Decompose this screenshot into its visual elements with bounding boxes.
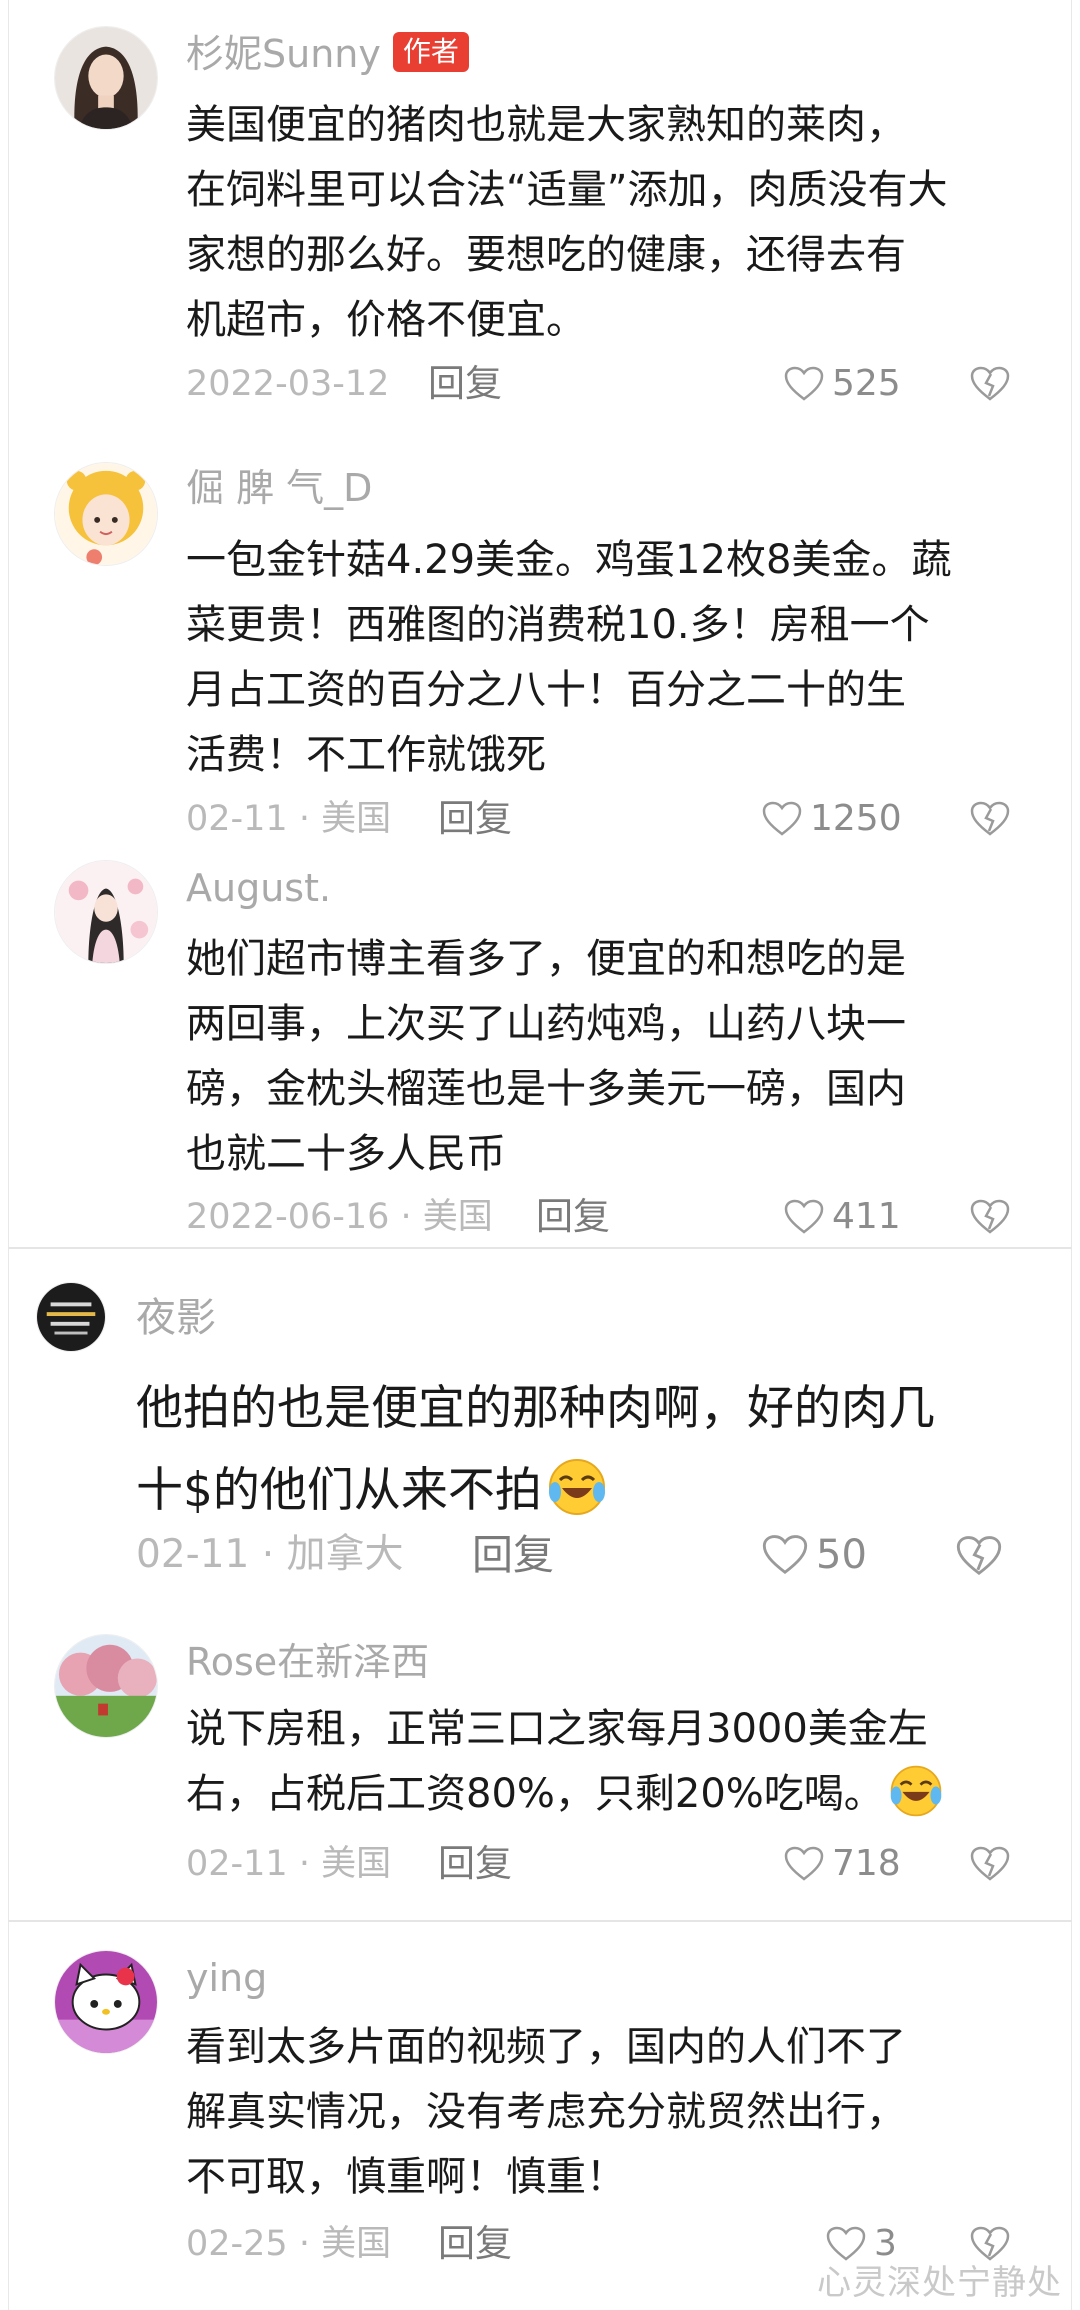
comment-text[interactable]: 美国便宜的猪肉也就是大家熟知的莱肉， 在饲料里可以合法“适量”添加，肉质没有大 … [186,93,947,353]
right-border [1071,0,1072,2310]
hello-kitty-avatar-icon [55,1951,157,2053]
heart-icon [784,1199,824,1234]
comment-meta: 02-11 · 加拿大 [136,1532,404,1577]
illustrated-woman-flowers-avatar-icon [55,861,157,963]
laughing-crying-emoji-icon [890,1765,942,1817]
comment-line: 美国便宜的猪肉也就是大家熟知的莱肉， [186,102,906,148]
comment-line: 说下房租，正常三口之家每月3000美金左 [186,1706,928,1752]
username-text: 杉妮Sunny [186,32,381,76]
girl-portrait-avatar-icon [55,27,157,129]
pink-trees-landscape-avatar-icon [55,1635,157,1737]
comment-text[interactable]: 看到太多片面的视频了，国内的人们不了 解真实情况，没有考虑充分就贸然出行， 不可… [186,2015,906,2210]
reply-button[interactable]: 回复 [428,360,502,408]
user-avatar[interactable] [54,1634,158,1738]
comment-line: 他拍的也是便宜的那种肉啊，好的肉几 [136,1381,935,1436]
reply-button[interactable]: 回复 [438,795,512,843]
like-button[interactable]: 718 [784,1840,901,1888]
username[interactable]: Rose在新泽西 [186,1636,429,1688]
comment-meta: 2022-03-12 [186,364,390,404]
reply-button[interactable]: 回复 [438,1840,512,1888]
comment-text[interactable]: 说下房租，正常三口之家每月3000美金左 右，占税后工资80%，只剩20%吃喝。 [186,1697,944,1827]
section-divider [8,1247,1072,1249]
watermark: 心灵深处宁静处 [817,2263,1062,2303]
dark-text-avatar-icon [37,1283,105,1351]
username[interactable]: ying [186,1952,267,2004]
comment-text[interactable]: 一包金针菇4.29美金。鸡蛋12枚8美金。蔬 菜更贵！西雅图的消费税10.多！房… [186,528,951,788]
comment-line: 她们超市博主看多了，便宜的和想吃的是 [186,936,906,982]
comment-line: 一包金针菇4.29美金。鸡蛋12枚8美金。蔬 [186,537,952,583]
user-avatar[interactable] [54,26,158,130]
like-button[interactable]: 411 [784,1193,901,1241]
heart-icon [784,1846,824,1881]
comment-line: 月占工资的百分之八十！百分之二十的生 [186,667,906,713]
user-avatar[interactable] [54,860,158,964]
heart-icon [784,366,824,401]
reply-button[interactable]: 回复 [472,1531,554,1579]
like-count: 525 [832,363,901,404]
dislike-icon[interactable] [970,1846,1010,1882]
reply-button[interactable]: 回复 [536,1193,610,1241]
comment-meta: 02-25 · 美国 [186,2224,392,2264]
left-border [8,0,9,2310]
heart-icon [762,801,802,836]
like-button[interactable]: 525 [784,360,901,408]
like-count: 1250 [810,798,902,839]
comment-line-text: 十$的他们从来不拍 [136,1463,542,1518]
user-avatar[interactable] [54,1950,158,2054]
section-divider [8,1920,1072,1922]
comment-text[interactable]: 他拍的也是便宜的那种肉啊，好的肉几 十$的他们从来不拍 [136,1368,935,1532]
like-count: 411 [832,1196,901,1237]
comment-line: 不可取，慎重啊！慎重！ [186,2154,626,2200]
comment-line: 家想的那么好。要想吃的健康，还得去有 [186,232,906,278]
user-avatar[interactable] [36,1282,106,1352]
dislike-icon[interactable] [970,366,1010,402]
comment-line: 十$的他们从来不拍 [136,1450,935,1532]
comment-line: 右，占税后工资80%，只剩20%吃喝。 [186,1762,944,1827]
username[interactable]: 倔 脾 气_D [186,462,372,514]
dislike-icon[interactable] [970,801,1010,837]
comment-line: 在饲料里可以合法“适量”添加，肉质没有大 [186,167,948,213]
comment-line: 菜更贵！西雅图的消费税10.多！房租一个 [186,602,930,648]
reply-button[interactable]: 回复 [438,2220,512,2268]
comment-line: 磅，金枕头榴莲也是十多美元一磅，国内 [186,1066,906,1112]
username[interactable]: 杉妮Sunny 作者 [186,28,469,80]
like-button[interactable]: 50 [762,1531,867,1579]
comment-text[interactable]: 她们超市博主看多了，便宜的和想吃的是 两回事，上次买了山药炖鸡，山药八块一 磅，… [186,927,906,1187]
comment-meta: 02-11 · 美国 [186,1844,392,1884]
heart-icon [762,1535,808,1575]
author-badge: 作者 [392,32,469,72]
comment-line: 机超市，价格不便宜。 [186,297,586,343]
like-count: 50 [816,1532,867,1578]
cartoon-girl-yellow-hood-avatar-icon [55,463,157,565]
laughing-crying-emoji-icon [548,1459,605,1515]
comment-line: 也就二十多人民币 [186,1131,506,1177]
like-button[interactable]: 1250 [762,795,902,843]
dislike-icon[interactable] [956,1535,1002,1577]
comment-line-text: 右，占税后工资80%，只剩20%吃喝。 [186,1771,884,1817]
comment-line: 两回事，上次买了山药炖鸡，山药八块一 [186,1001,906,1047]
comment-line: 看到太多片面的视频了，国内的人们不了 [186,2024,906,2070]
comment-line: 活费！不工作就饿死 [186,732,546,778]
comment-meta: 2022-06-16 · 美国 [186,1197,493,1237]
comment-meta: 02-11 · 美国 [186,799,392,839]
username[interactable]: 夜影 [136,1292,216,1344]
dislike-icon[interactable] [970,1199,1010,1235]
like-count: 718 [832,1843,901,1884]
comment-line: 解真实情况，没有考虑充分就贸然出行， [186,2089,906,2135]
username[interactable]: August. [186,862,331,914]
user-avatar[interactable] [54,462,158,566]
